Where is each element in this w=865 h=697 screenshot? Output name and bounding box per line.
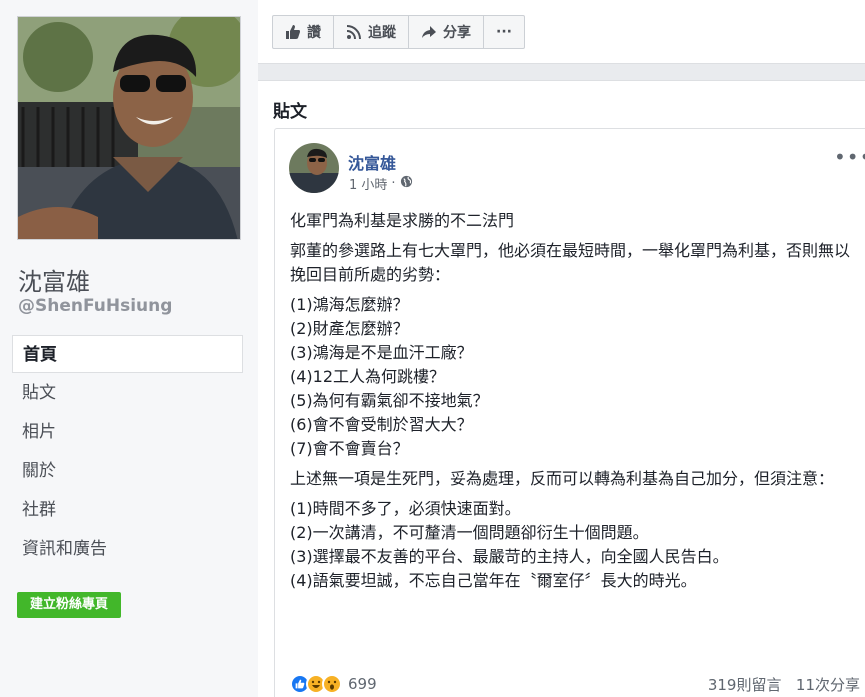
list-item: (1)鴻海怎麼辦？ xyxy=(290,295,409,314)
follow-button[interactable]: 追蹤 xyxy=(334,16,409,48)
profile-handle[interactable]: @ShenFuHsiung xyxy=(18,296,172,316)
posts-panel: 貼文 沈富雄 1 小時 · ••• xyxy=(258,80,865,697)
more-options-button[interactable]: ··· xyxy=(484,16,524,48)
post-options-icon[interactable]: ••• xyxy=(834,145,865,169)
list-item: (2)一次講清，不可釐清一個問題卻衍生十個問題。 xyxy=(290,523,649,542)
post-middle: 上述無一項是生死門，妥為處理，反而可以轉為利基為自己加分，但須注意： xyxy=(290,469,835,488)
nav-item-home[interactable]: 首頁 xyxy=(12,335,243,373)
nav-item-info-ads[interactable]: 資訊和廣告 xyxy=(12,530,243,568)
list-item: (7)會不會賣台？ xyxy=(290,439,409,458)
share-button[interactable]: 分享 xyxy=(409,16,484,48)
post-intro: 郭董的參選路上有七大罩門，他必須在最短時間，一舉化罩門為利基，否則無以挽回目前所… xyxy=(290,241,851,284)
reactions-summary[interactable]: 699 xyxy=(290,674,377,694)
post-time[interactable]: 1 小時 xyxy=(349,174,387,193)
more-dots-icon: ··· xyxy=(496,24,512,40)
left-sidebar: 沈富雄 @ShenFuHsiung 首頁 貼文 相片 關於 社群 資訊和廣告 建… xyxy=(0,0,258,697)
list-item: (3)選擇最不友善的平台、最嚴苛的主持人，向全國人民告白。 xyxy=(290,547,729,566)
post-author[interactable]: 沈富雄 xyxy=(348,150,396,174)
nav-item-community[interactable]: 社群 xyxy=(12,491,243,529)
post-engagement: 319則留言 11次分享 xyxy=(698,674,860,695)
post-headline: 化軍門為利基是求勝的不二法門 xyxy=(290,211,515,230)
nav-item-posts[interactable]: 貼文 xyxy=(12,374,243,412)
nav-item-photos[interactable]: 相片 xyxy=(12,413,243,451)
post-meta: 1 小時 · xyxy=(349,174,413,193)
list-item: (4)語氣要坦誠，不忘自己當年在〝爾室仔〞長大的時光。 xyxy=(290,571,697,590)
page-action-bar: 讚 追蹤 分享 ··· xyxy=(272,15,525,49)
comment-count[interactable]: 319則留言 xyxy=(708,676,782,694)
like-label: 讚 xyxy=(307,25,321,41)
post-footer: 699 319則留言 11次分享 xyxy=(290,669,860,697)
avatar[interactable] xyxy=(289,143,339,193)
wow-reaction-icon xyxy=(322,674,342,694)
nav-item-about[interactable]: 關於 xyxy=(12,452,243,490)
profile-photo[interactable] xyxy=(17,16,241,240)
question-list: (1)鴻海怎麼辦？ (2)財產怎麼辦？ (3)鴻海是不是血汗工廠？ (4)12工… xyxy=(290,293,860,461)
share-count[interactable]: 11次分享 xyxy=(796,676,860,694)
list-item: (1)時間不多了，必須快速面對。 xyxy=(290,499,521,518)
rss-follow-icon xyxy=(346,24,362,40)
profile-name[interactable]: 沈富雄 xyxy=(18,262,90,297)
page-nav: 首頁 貼文 相片 關於 社群 資訊和廣告 xyxy=(12,335,243,569)
post-card: 沈富雄 1 小時 · ••• 化軍門為利基是求勝的不二法門 郭董的參選路上有七大… xyxy=(274,128,865,697)
list-item: (5)為何有霸氣卻不接地氣？ xyxy=(290,391,489,410)
meta-separator: · xyxy=(391,176,396,191)
follow-label: 追蹤 xyxy=(368,25,396,41)
thumbs-up-icon xyxy=(285,24,301,40)
posts-section-title: 貼文 xyxy=(273,102,307,122)
post-body: 化軍門為利基是求勝的不二法門 郭董的參選路上有七大罩門，他必須在最短時間，一舉化… xyxy=(290,209,860,599)
globe-icon xyxy=(400,175,413,192)
notes-list: (1)時間不多了，必須快速面對。 (2)一次講清，不可釐清一個問題卻衍生十個問題… xyxy=(290,497,860,593)
action-panel: 讚 追蹤 分享 ··· xyxy=(258,0,865,64)
list-item: (2)財產怎麼辦？ xyxy=(290,319,409,338)
share-label: 分享 xyxy=(443,25,471,41)
list-item: (4)12工人為何跳樓？ xyxy=(290,367,446,386)
share-arrow-icon xyxy=(421,24,437,40)
list-item: (6)會不會受制於習大大？ xyxy=(290,415,473,434)
list-item: (3)鴻海是不是血汗工廠？ xyxy=(290,343,473,362)
create-page-button[interactable]: 建立粉絲專頁 xyxy=(17,592,122,618)
main-content: 讚 追蹤 分享 ··· 貼文 沈富雄 1 小時 · •• 化軍門為利基是求勝的不… xyxy=(258,0,865,697)
like-button[interactable]: 讚 xyxy=(273,16,334,48)
reaction-count[interactable]: 699 xyxy=(348,675,377,693)
